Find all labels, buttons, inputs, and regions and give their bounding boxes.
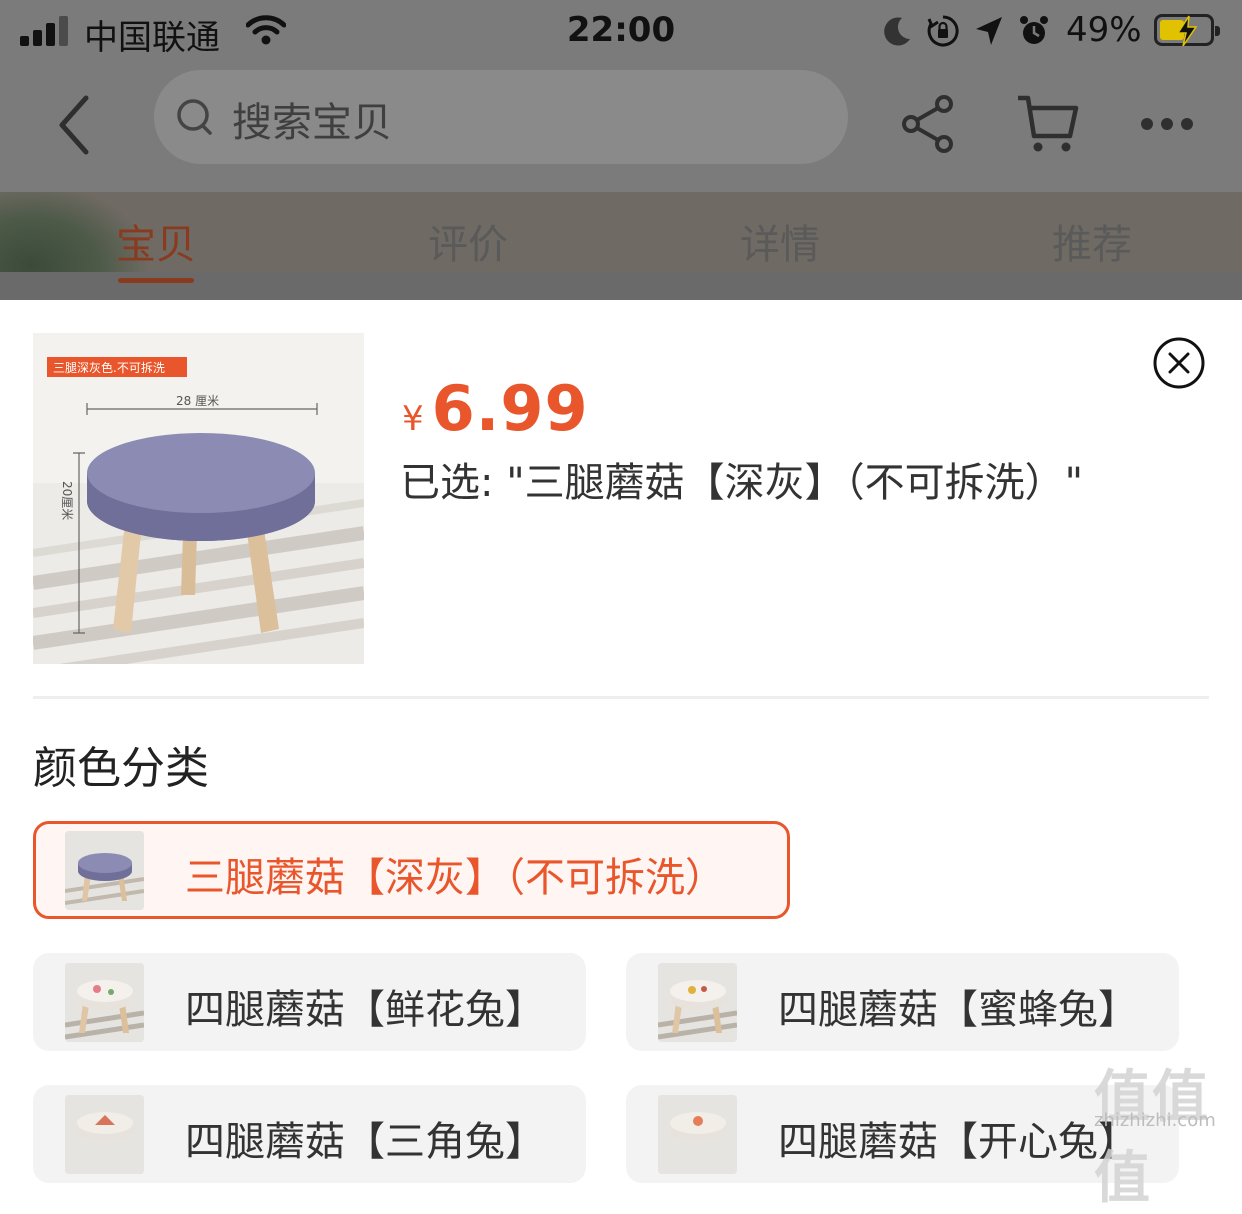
- active-tab-indicator: [118, 278, 194, 283]
- variant-thumbnail: [65, 831, 144, 910]
- product-image[interactable]: 三腿深灰色.不可拆洗 28 厘米 20厘米: [33, 333, 364, 664]
- alarm-icon: [1020, 16, 1048, 44]
- back-icon[interactable]: [50, 90, 110, 160]
- variant-option-4leg-flower-rabbit[interactable]: 四腿蘑菇【鲜花兔】: [33, 953, 586, 1051]
- variant-thumbnail: [65, 1095, 144, 1174]
- variant-thumbnail: [65, 963, 144, 1042]
- variant-option-4leg-triangle-rabbit[interactable]: 四腿蘑菇【三角兔】: [33, 1085, 586, 1183]
- tab-reviews[interactable]: 评价: [388, 212, 548, 270]
- selected-variant-text: 已选: "三腿蘑菇【深灰】（不可拆洗）": [400, 460, 1083, 506]
- sku-selection-sheet: 三腿深灰色.不可拆洗 28 厘米 20厘米 ¥6.99 已选: "三腿蘑菇【深灰…: [0, 300, 1242, 1183]
- divider: [33, 696, 1209, 699]
- variant-label: 四腿蘑菇【开心兔】: [778, 1119, 1138, 1165]
- product-banner: 宝贝 评价 详情 推荐: [0, 192, 1242, 300]
- tab-recommend[interactable]: 推荐: [1012, 212, 1172, 270]
- variant-option-4leg-bee-rabbit[interactable]: 四腿蘑菇【蜜蜂兔】: [626, 953, 1179, 1051]
- price: ¥6.99: [402, 372, 589, 445]
- variant-label: 四腿蘑菇【蜜蜂兔】: [778, 987, 1138, 1033]
- orientation-lock-icon: [927, 15, 959, 47]
- cart-icon[interactable]: [1016, 92, 1080, 156]
- color-category-title: 颜色分类: [33, 743, 209, 794]
- variant-option-3leg-darkgray[interactable]: 三腿蘑菇【深灰】（不可拆洗）: [33, 821, 790, 919]
- search-placeholder: 搜索宝贝: [232, 100, 392, 146]
- location-icon: [976, 17, 1002, 45]
- variant-label: 三腿蘑菇【深灰】（不可拆洗）: [185, 855, 725, 901]
- share-icon[interactable]: [900, 94, 956, 154]
- stool-illustration: 三腿深灰色.不可拆洗 28 厘米 20厘米: [33, 333, 364, 664]
- currency-symbol: ¥: [402, 399, 424, 439]
- variant-label: 四腿蘑菇【鲜花兔】: [185, 987, 545, 1033]
- status-bar: 中国联通 22:00 49%: [0, 0, 1242, 64]
- search-icon: [177, 99, 212, 135]
- site-watermark: 值值值 zhizhizhi.com: [1094, 1052, 1242, 1214]
- dimmed-background[interactable]: 中国联通 22:00 49% 搜索宝贝 宝贝 评价 详情 推荐: [0, 0, 1242, 300]
- battery-percentage: 49%: [1066, 10, 1142, 50]
- close-icon[interactable]: [1152, 336, 1206, 390]
- more-icon[interactable]: [1140, 114, 1194, 134]
- variant-thumbnail: [658, 963, 737, 1042]
- clock: 22:00: [566, 10, 676, 50]
- search-input[interactable]: 搜索宝贝: [154, 70, 848, 164]
- watermark-url: zhizhizhi.com: [1094, 1110, 1216, 1131]
- height-label: 20厘米: [60, 481, 74, 520]
- price-amount: 6.99: [431, 372, 589, 445]
- section-tabs: 宝贝 评价 详情 推荐: [0, 192, 1242, 300]
- width-label: 28 厘米: [176, 394, 219, 408]
- tab-details[interactable]: 详情: [700, 212, 860, 270]
- variant-label: 四腿蘑菇【三角兔】: [185, 1119, 545, 1165]
- variant-thumbnail: [658, 1095, 737, 1174]
- image-caption: 三腿深灰色.不可拆洗: [53, 360, 165, 375]
- moon-icon: [884, 17, 910, 46]
- watermark-logo: 值值值: [1094, 1065, 1210, 1211]
- battery-icon: [1154, 14, 1220, 47]
- top-nav-bar: 搜索宝贝: [0, 64, 1242, 192]
- tab-baobei[interactable]: 宝贝: [76, 212, 236, 270]
